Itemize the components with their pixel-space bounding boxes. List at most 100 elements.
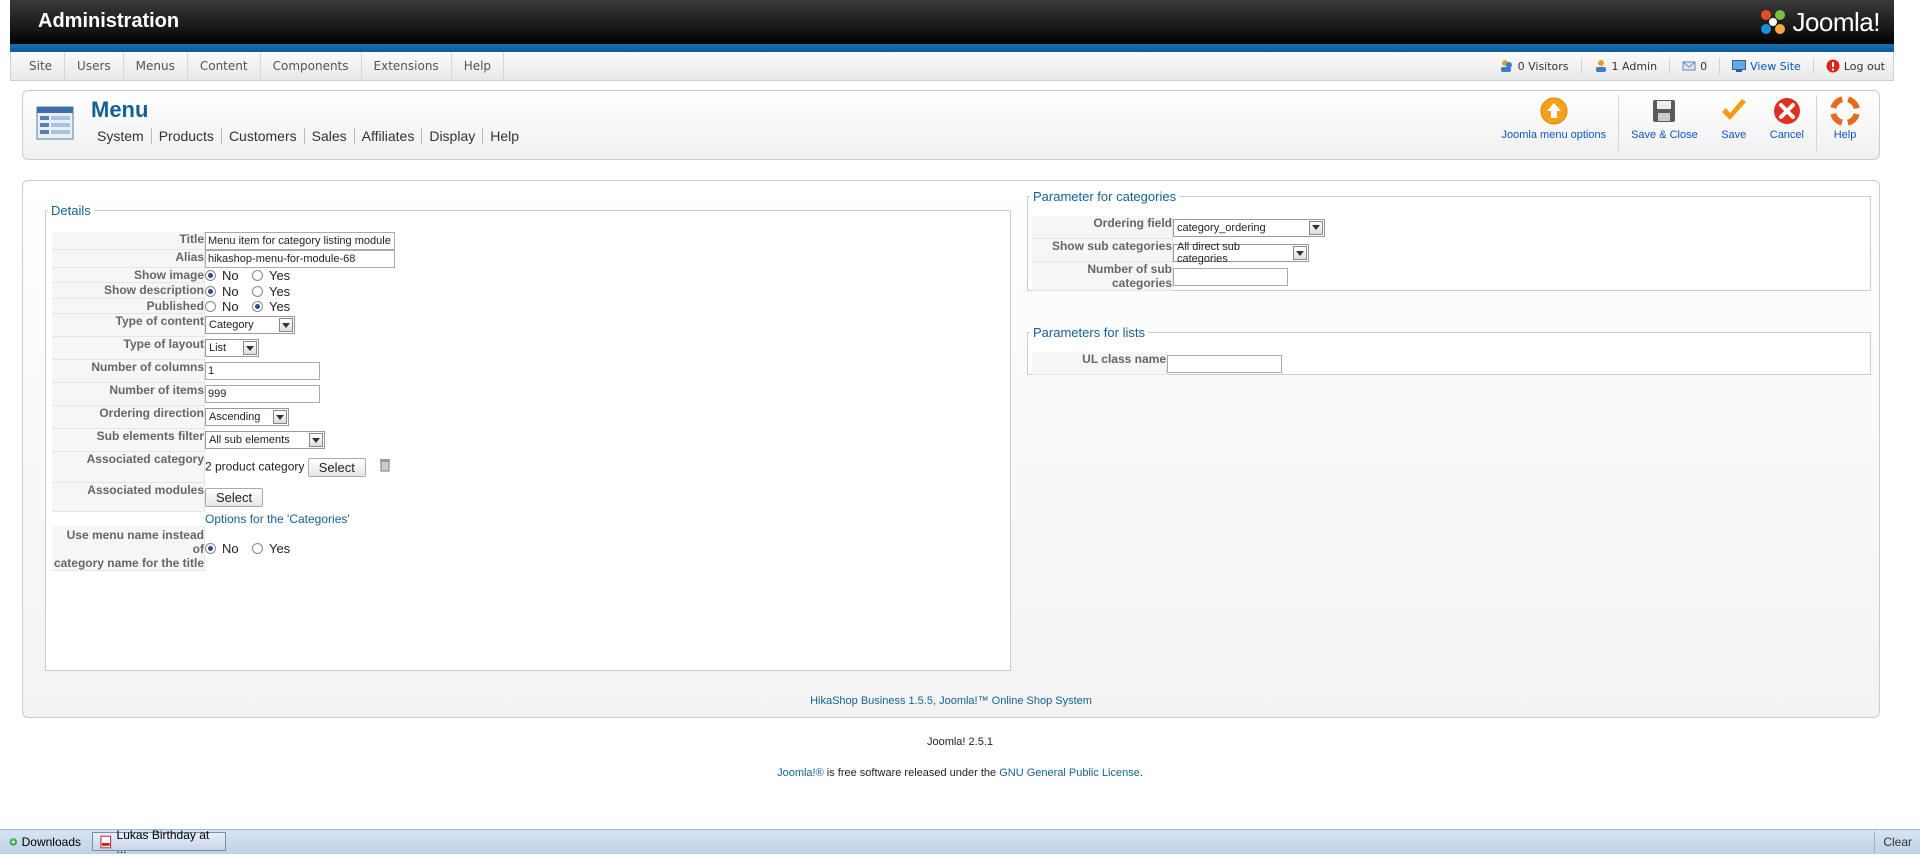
show-description-no-radio[interactable]: [205, 285, 216, 297]
hikashop-credit-link[interactable]: HikaShop Business 1.5.5, Joomla!™ Online…: [23, 695, 1879, 707]
menu-site[interactable]: Site: [17, 52, 66, 80]
title-input[interactable]: Menu item for category listing module 68: [205, 232, 395, 250]
ordering-field-select[interactable]: category_ordering: [1173, 218, 1325, 237]
submenu-sales[interactable]: Sales: [305, 128, 355, 144]
ordering-direction-select[interactable]: Ascending: [205, 408, 289, 427]
options-categories-link[interactable]: Options for the 'Categories': [205, 512, 350, 526]
visitors-count: 0 Visitors: [1517, 59, 1569, 73]
menu-users[interactable]: Users: [65, 52, 124, 80]
taskbar: Downloads Lukas Birthday at ... Clear: [0, 828, 1920, 856]
pdf-taskbar-button[interactable]: Lukas Birthday at ...: [92, 828, 226, 856]
num-items-input[interactable]: 999: [205, 385, 320, 404]
use-menu-name-yes-label: Yes: [268, 541, 291, 557]
published-no-radio[interactable]: [205, 300, 216, 312]
parameter-categories-fieldset: Parameter for categories Ordering field …: [1027, 189, 1871, 291]
messages-status[interactable]: 0: [1682, 59, 1707, 73]
logout-label: Log out: [1843, 59, 1885, 73]
associated-category-label: Associated category: [52, 451, 205, 483]
chevron-down-icon: [1309, 220, 1323, 235]
type-layout-select[interactable]: List: [205, 339, 259, 358]
license-text: is free software released under the: [823, 767, 1000, 779]
show-image-no-label: No: [222, 268, 239, 284]
menu-extensions[interactable]: Extensions: [362, 52, 452, 80]
downloads-icon: [9, 837, 18, 846]
show-description-yes-radio[interactable]: [251, 285, 263, 297]
view-site-link[interactable]: View Site: [1732, 60, 1801, 73]
header-stripe: [10, 44, 1894, 52]
submenu-affiliates[interactable]: Affiliates: [355, 128, 423, 144]
show-sub-categories-select[interactable]: All direct sub categories: [1173, 241, 1309, 265]
parameters-lists-legend: Parameters for lists: [1033, 325, 1145, 340]
cancel-button[interactable]: Cancel: [1760, 95, 1814, 141]
type-content-select[interactable]: Category: [205, 316, 295, 335]
help-button[interactable]: Help: [1819, 95, 1871, 141]
show-image-yes-radio[interactable]: [251, 270, 263, 282]
view-site-label: View Site: [1750, 59, 1801, 73]
alias-input[interactable]: hikashop-menu-for-module-68: [205, 250, 395, 268]
messages-count: 0: [1700, 59, 1708, 73]
trash-icon[interactable]: [379, 458, 391, 472]
joomla-link[interactable]: Joomla!®: [777, 767, 824, 779]
submenu-help[interactable]: Help: [483, 128, 526, 144]
visitors-status: 0 Visitors: [1500, 59, 1569, 73]
joomla-menu-options-button[interactable]: Joomla menu options: [1492, 95, 1617, 141]
menu-content[interactable]: Content: [188, 52, 261, 80]
submenu-customers[interactable]: Customers: [222, 128, 305, 144]
number-sub-categories-label: Number of sub categories: [1032, 262, 1173, 291]
admins-status: 1 Admin: [1594, 59, 1658, 73]
license-end: .: [1139, 767, 1143, 779]
show-image-no-radio[interactable]: [205, 270, 216, 282]
admin-user-icon: [1595, 60, 1606, 72]
save-close-button[interactable]: Save & Close: [1621, 95, 1708, 141]
submenu-display[interactable]: Display: [422, 128, 484, 144]
associated-modules-label: Associated modules: [52, 482, 205, 512]
type-content-value: Category: [209, 319, 254, 332]
downloads-taskbar-button[interactable]: Downloads: [2, 832, 88, 851]
help-label: Help: [1833, 129, 1857, 141]
submenu-system[interactable]: System: [97, 128, 152, 144]
menu-menus[interactable]: Menus: [124, 52, 188, 80]
details-legend: Details: [51, 203, 91, 218]
associated-modules-select-button[interactable]: Select: [205, 487, 264, 507]
logout-link[interactable]: Log out: [1826, 59, 1885, 73]
ordering-field-value: category_ordering: [1177, 221, 1266, 234]
published-yes-label: Yes: [268, 298, 291, 314]
joomla-menu-options-label: Joomla menu options: [1501, 129, 1607, 141]
show-image-label: Show image: [52, 268, 205, 284]
chevron-down-icon: [1293, 246, 1307, 260]
use-menu-name-no-radio[interactable]: [205, 543, 216, 555]
ul-class-name-input[interactable]: [1167, 354, 1282, 373]
associated-category-select-button[interactable]: Select: [307, 457, 366, 477]
use-menu-name-label: Use menu name instead of category name f…: [52, 525, 205, 571]
use-menu-name-yes-radio[interactable]: [251, 543, 263, 555]
published-yes-radio[interactable]: [251, 300, 263, 312]
menu-components[interactable]: Components: [261, 52, 362, 80]
lifebuoy-icon: [1830, 96, 1860, 126]
parameter-categories-legend: Parameter for categories: [1033, 189, 1177, 204]
show-image-yes-label: Yes: [268, 268, 291, 284]
save-button[interactable]: Save: [1708, 95, 1760, 141]
num-columns-input[interactable]: 1: [205, 362, 320, 381]
ordering-direction-value: Ascending: [209, 411, 261, 424]
use-menu-name-label-line2: category name for the title: [53, 555, 204, 570]
ul-class-name-label: UL class name: [1032, 352, 1167, 375]
admin-header: Administration Joomla!: [10, 0, 1894, 44]
logout-icon: [1826, 59, 1840, 73]
gpl-link[interactable]: GNU General Public License: [999, 767, 1140, 779]
arrow-up-circle-icon: [1540, 97, 1568, 125]
number-sub-categories-input[interactable]: [1173, 267, 1288, 286]
show-description-yes-label: Yes: [268, 283, 291, 299]
sub-elements-filter-select[interactable]: All sub elements: [205, 431, 325, 450]
joomla-logo[interactable]: Joomla!: [1758, 5, 1880, 39]
submenu-products[interactable]: Products: [152, 128, 222, 144]
admins-count: 1 Admin: [1611, 59, 1658, 73]
num-items-label: Number of items: [52, 382, 205, 406]
cancel-label: Cancel: [1769, 129, 1804, 141]
details-form: Title Menu item for category listing mod…: [52, 232, 395, 571]
use-menu-name-no-label: No: [222, 541, 239, 557]
clear-button[interactable]: Clear: [1874, 831, 1920, 853]
menu-help[interactable]: Help: [452, 52, 505, 80]
show-sub-categories-value: All direct sub categories: [1177, 241, 1240, 265]
sub-elements-filter-label: Sub elements filter: [52, 428, 205, 452]
chevron-down-icon: [309, 433, 323, 448]
